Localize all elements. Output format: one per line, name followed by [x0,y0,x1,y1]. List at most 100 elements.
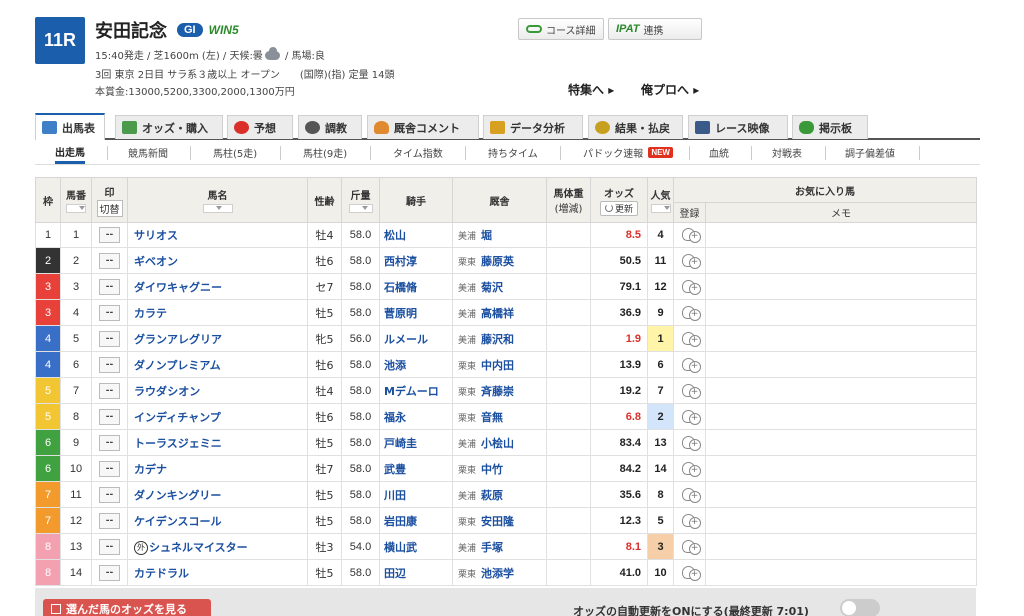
ipat-link-button[interactable]: IPAT 連携 [608,18,702,40]
subtab-shussoba[interactable]: 出走馬 [55,141,85,164]
tab-shutuba[interactable]: 出馬表 [35,113,105,140]
auto-update-toggle[interactable] [840,599,880,616]
tab-result[interactable]: 結果・払戻 [588,115,683,139]
trainer-link[interactable]: 音無 [481,411,503,424]
trainer-link[interactable]: 安田隆 [481,515,514,528]
mark-select[interactable]: -- [99,460,120,477]
add-favorite-icon[interactable] [680,330,701,348]
mark-select[interactable]: -- [99,330,120,347]
jockey-link[interactable]: 戸崎圭 [379,429,453,456]
add-favorite-icon[interactable] [680,382,701,400]
memo-cell[interactable] [705,351,977,378]
add-favorite-icon[interactable] [680,564,701,582]
mark-select[interactable]: -- [99,227,120,243]
subtab-umabashira5[interactable]: 馬柱(5走) [213,141,257,164]
memo-cell[interactable] [705,559,977,586]
jockey-link[interactable]: 石橋脩 [379,273,453,300]
jockey-link[interactable]: 菅原明 [379,299,453,326]
horse-name-link[interactable]: トーラスジェミニ [127,429,308,456]
sort-icon[interactable] [348,204,373,213]
jockey-link[interactable]: 池添 [379,351,453,378]
mark-select[interactable]: -- [99,408,120,425]
subtab-time-index[interactable]: タイム指数 [393,141,443,164]
jockey-link[interactable]: 横山武 [379,533,453,560]
memo-cell[interactable] [705,377,977,404]
jockey-link[interactable]: ルメール [379,325,453,352]
mark-select[interactable]: -- [99,304,120,321]
horse-name-link[interactable]: サリオス [127,222,308,248]
horse-name-link[interactable]: カテドラル [127,559,308,586]
sort-icon[interactable] [202,204,233,213]
header-umaban[interactable]: 馬番 [60,177,92,223]
memo-cell[interactable] [705,325,977,352]
memo-cell[interactable] [705,507,977,534]
jockey-link[interactable]: 福永 [379,403,453,430]
add-favorite-icon[interactable] [680,538,701,556]
jockey-link[interactable]: 松山 [379,222,453,248]
jockey-link[interactable]: Mデムーロ [379,377,453,404]
selected-odds-button[interactable]: 選んだ馬のオッズを見る [43,599,211,616]
subtab-umabashira9[interactable]: 馬柱(9走) [303,141,347,164]
memo-cell[interactable] [705,455,977,482]
add-favorite-icon[interactable] [680,434,701,452]
add-favorite-icon[interactable] [680,226,701,244]
header-name[interactable]: 馬名 [127,177,308,223]
trainer-link[interactable]: 菊沢 [481,281,503,294]
trainer-link[interactable]: 堀 [481,229,492,242]
memo-cell[interactable] [705,222,977,248]
memo-cell[interactable] [705,273,977,300]
jockey-link[interactable]: 田辺 [379,559,453,586]
jockey-link[interactable]: 武豊 [379,455,453,482]
subtab-mochi-time[interactable]: 持ちタイム [488,141,538,164]
trainer-link[interactable]: 手塚 [481,541,503,554]
trainer-link[interactable]: 藤原英 [481,255,514,268]
sort-icon[interactable] [66,204,86,213]
subtab-paddock[interactable]: パドック速報 NEW [583,141,673,164]
jockey-link[interactable]: 川田 [379,481,453,508]
mark-select[interactable]: -- [99,512,120,529]
memo-cell[interactable] [705,247,977,274]
jockey-link[interactable]: 岩田康 [379,507,453,534]
trainer-link[interactable]: 池添学 [481,567,514,580]
horse-name-link[interactable]: ラウダシオン [127,377,308,404]
subtab-ketto[interactable]: 血統 [709,141,729,164]
add-favorite-icon[interactable] [680,460,701,478]
add-favorite-icon[interactable] [680,512,701,530]
memo-cell[interactable] [705,299,977,326]
memo-cell[interactable] [705,429,977,456]
mark-select[interactable]: -- [99,486,120,503]
mark-select[interactable]: -- [99,356,120,373]
tab-bbs[interactable]: 掲示板 [792,115,868,139]
horse-name-link[interactable]: グランアレグリア [127,325,308,352]
trainer-link[interactable]: 藤沢和 [481,333,514,346]
odds-update-button[interactable]: 更新 [599,200,638,216]
subtab-taisen[interactable]: 対戦表 [772,141,802,164]
header-ninki[interactable]: 人気 [647,177,674,223]
trainer-link[interactable]: 萩原 [481,489,503,502]
tab-data-analysis[interactable]: データ分析 [483,115,583,139]
mark-select[interactable]: -- [99,252,120,269]
subtab-shinbun[interactable]: 競馬新聞 [128,141,168,164]
horse-name-link[interactable]: カラテ [127,299,308,326]
horse-name-link[interactable]: ケイデンスコール [127,507,308,534]
horse-name-link[interactable]: ダノンプレミアム [127,351,308,378]
memo-cell[interactable] [705,403,977,430]
kiri-button[interactable]: 切替 [96,199,123,217]
win5-logo[interactable]: WIN5 [209,23,239,37]
trainer-link[interactable]: 斉藤崇 [481,385,514,398]
subtab-choushi[interactable]: 調子偏差値 [845,141,895,164]
mark-select[interactable]: -- [99,382,120,399]
mark-select[interactable]: -- [99,538,120,555]
add-favorite-icon[interactable] [680,278,701,296]
memo-cell[interactable] [705,481,977,508]
horse-name-link[interactable]: ギベオン [127,247,308,274]
add-favorite-icon[interactable] [680,304,701,322]
mark-select[interactable]: -- [99,564,120,581]
sort-icon[interactable] [650,204,671,213]
mark-select[interactable]: -- [99,434,120,451]
horse-name-link[interactable]: インディチャンプ [127,403,308,430]
trainer-link[interactable]: 中内田 [481,359,514,372]
tab-odds[interactable]: オッズ・購入 [115,115,223,139]
horse-name-link[interactable]: ダイワキャグニー [127,273,308,300]
horse-name-link[interactable]: カデナ [127,455,308,482]
